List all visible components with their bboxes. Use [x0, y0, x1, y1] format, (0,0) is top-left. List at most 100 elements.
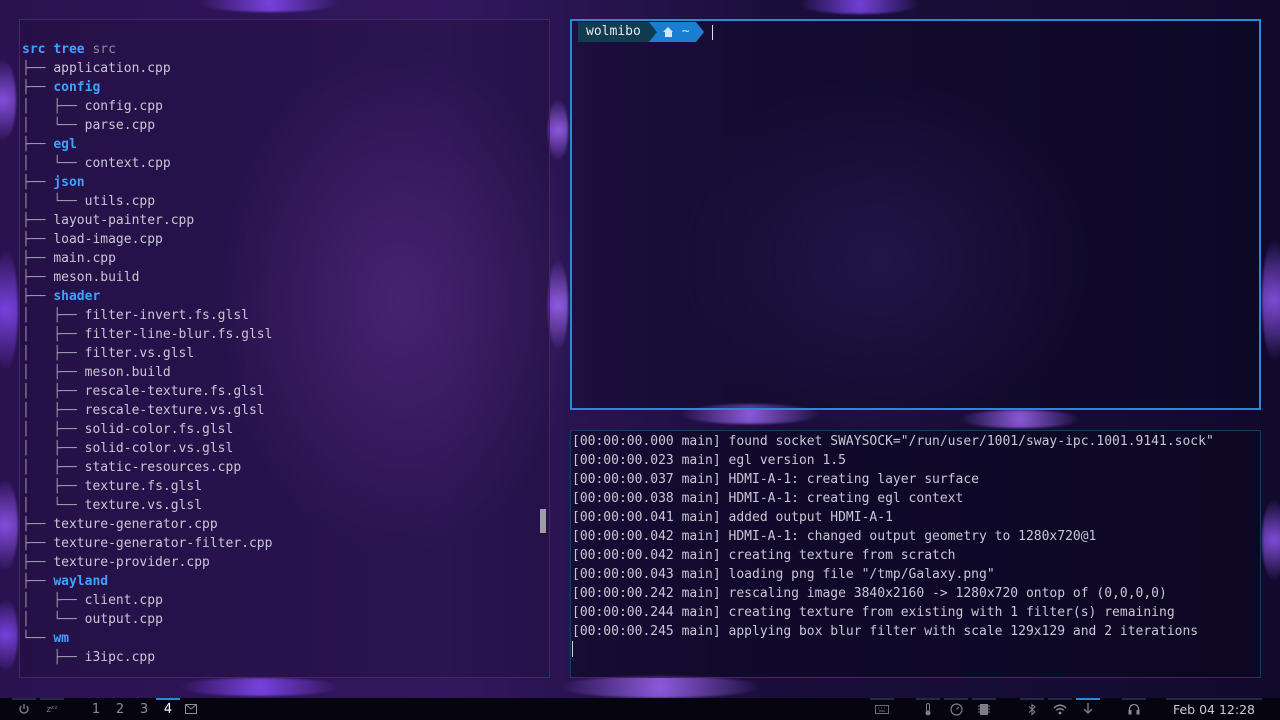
- tree-guide: ├──: [22, 175, 54, 190]
- tree-guide: │ ├──: [22, 384, 85, 399]
- file-name: main.cpp: [53, 251, 116, 266]
- command-argument: src: [92, 42, 116, 57]
- tree-directory-row: ├── wayland: [22, 572, 108, 591]
- tree-file-row: │ ├── config.cpp: [22, 97, 163, 116]
- tree-guide: └──: [22, 631, 54, 646]
- directory-name: json: [53, 175, 85, 190]
- mail-icon[interactable]: [182, 698, 200, 720]
- tree-guide: │ └──: [22, 156, 85, 171]
- directory-name: src: [22, 42, 46, 57]
- log-line: [00:00:00.041 main] added output HDMI-A-…: [572, 510, 893, 525]
- tree-file-row: │ ├── filter-line-blur.fs.glsl: [22, 325, 272, 344]
- tree-file-row: ├── i3ipc.cpp: [22, 648, 155, 667]
- file-name: output.cpp: [84, 612, 163, 627]
- tree-guide: ├──: [22, 289, 54, 304]
- tree-guide: │ ├──: [22, 365, 85, 380]
- tree-directory-row: ├── egl: [22, 135, 77, 154]
- download-icon[interactable]: [1078, 698, 1098, 720]
- prompt-username: wolmibo: [578, 22, 649, 42]
- sleep-indicator[interactable]: zᶻᶻ: [40, 698, 64, 720]
- tree-file-row: │ └── utils.cpp: [22, 192, 155, 211]
- tree-guide: │ └──: [22, 498, 85, 513]
- log-line: [00:00:00.042 main] creating texture fro…: [572, 548, 956, 563]
- home-icon: [662, 27, 674, 37]
- workspace-4[interactable]: 4: [158, 698, 178, 720]
- tree-guide: ├──: [22, 536, 54, 551]
- log-line: [00:00:00.043 main] loading png file "/t…: [572, 567, 995, 582]
- prompt-end-arrow: [695, 22, 704, 42]
- tree-command-line: tree src: [22, 21, 116, 57]
- memory-icon[interactable]: [974, 698, 994, 720]
- tree-directory-row: ├── json: [22, 173, 85, 192]
- file-name: texture-provider.cpp: [53, 555, 210, 570]
- text-cursor[interactable]: [711, 24, 713, 40]
- log-line: [00:00:00.023 main] egl version 1.5: [572, 453, 846, 468]
- tree-guide: │ ├──: [22, 327, 85, 342]
- tree-file-row: │ ├── client.cpp: [22, 591, 163, 610]
- tree-guide: ├──: [22, 270, 54, 285]
- directory-name: shader: [53, 289, 101, 304]
- directory-name: egl: [53, 137, 77, 152]
- tree-file-row: ├── layout-painter.cpp: [22, 211, 194, 230]
- tree-guide: ├──: [22, 650, 85, 665]
- log-terminal-pane[interactable]: [00:00:00.000 main] found socket SWAYSOC…: [570, 430, 1261, 678]
- file-name: config.cpp: [84, 99, 163, 114]
- tree-file-row: │ ├── texture.fs.glsl: [22, 477, 202, 496]
- clock[interactable]: Feb 04 12:28: [1166, 698, 1262, 720]
- file-name: texture-generator-filter.cpp: [53, 536, 273, 551]
- tree-guide: │ ├──: [22, 460, 85, 475]
- bluetooth-icon[interactable]: [1022, 698, 1042, 720]
- tree-directory-row: └── wm: [22, 629, 69, 648]
- tree-directory-row: src: [22, 40, 45, 59]
- file-name: texture-generator.cpp: [53, 517, 218, 532]
- power-icon[interactable]: [14, 698, 34, 720]
- file-name: filter.vs.glsl: [84, 346, 195, 361]
- prompt-path-segment: ~: [656, 22, 696, 42]
- workspace-2[interactable]: 2: [112, 698, 128, 720]
- tree-file-row: │ ├── solid-color.vs.glsl: [22, 439, 233, 458]
- file-name: rescale-texture.vs.glsl: [84, 403, 265, 418]
- tree-file-row: │ └── output.cpp: [22, 610, 163, 629]
- file-name: meson.build: [53, 270, 140, 285]
- log-line: [00:00:00.038 main] HDMI-A-1: creating e…: [572, 491, 964, 506]
- file-name: solid-color.fs.glsl: [84, 422, 234, 437]
- tree-file-row: │ ├── meson.build: [22, 363, 171, 382]
- log-text-cursor: [572, 641, 573, 657]
- log-line: [00:00:00.242 main] rescaling image 3840…: [572, 586, 1167, 601]
- file-name: load-image.cpp: [53, 232, 163, 247]
- file-name: i3ipc.cpp: [84, 650, 156, 665]
- tree-guide: ├──: [22, 251, 54, 266]
- file-name: utils.cpp: [84, 194, 156, 209]
- scrollbar-thumb[interactable]: [540, 509, 546, 533]
- tree-guide: ├──: [22, 137, 54, 152]
- workspace-1[interactable]: 1: [88, 698, 104, 720]
- tree-guide: │ ├──: [22, 308, 85, 323]
- thermometer-icon[interactable]: [918, 698, 938, 720]
- tree-file-row: ├── texture-generator-filter.cpp: [22, 534, 272, 553]
- tree-file-row: │ ├── rescale-texture.fs.glsl: [22, 382, 265, 401]
- tree-file-row: ├── meson.build: [22, 268, 139, 287]
- file-name: solid-color.vs.glsl: [84, 441, 234, 456]
- log-line: [00:00:00.042 main] HDMI-A-1: changed ou…: [572, 529, 1097, 544]
- file-name: application.cpp: [53, 61, 171, 76]
- shell-terminal-pane[interactable]: wolmibo ~: [570, 19, 1261, 410]
- file-name: texture.vs.glsl: [84, 498, 203, 513]
- tree-guide: │ └──: [22, 118, 85, 133]
- tree-guide: ├──: [22, 574, 54, 589]
- tree-guide: │ ├──: [22, 479, 85, 494]
- directory-name: config: [53, 80, 101, 95]
- wifi-icon[interactable]: [1050, 698, 1070, 720]
- tree-directory-row: ├── shader: [22, 287, 100, 306]
- log-line: [00:00:00.037 main] HDMI-A-1: creating l…: [572, 472, 979, 487]
- prompt-path: ~: [681, 24, 690, 39]
- tree-guide: │ └──: [22, 612, 85, 627]
- tree-terminal-pane[interactable]: tree src src ├── application.cpp ├── confi…: [19, 19, 550, 678]
- gauge-icon[interactable]: [946, 698, 966, 720]
- file-name: layout-painter.cpp: [53, 213, 195, 228]
- shell-prompt: wolmibo ~: [578, 22, 713, 42]
- headphones-icon[interactable]: [1124, 698, 1144, 720]
- keyboard-icon[interactable]: [872, 698, 892, 720]
- tree-file-row: ├── main.cpp: [22, 249, 116, 268]
- workspace-3[interactable]: 3: [136, 698, 152, 720]
- tree-file-row: ├── texture-generator.cpp: [22, 515, 218, 534]
